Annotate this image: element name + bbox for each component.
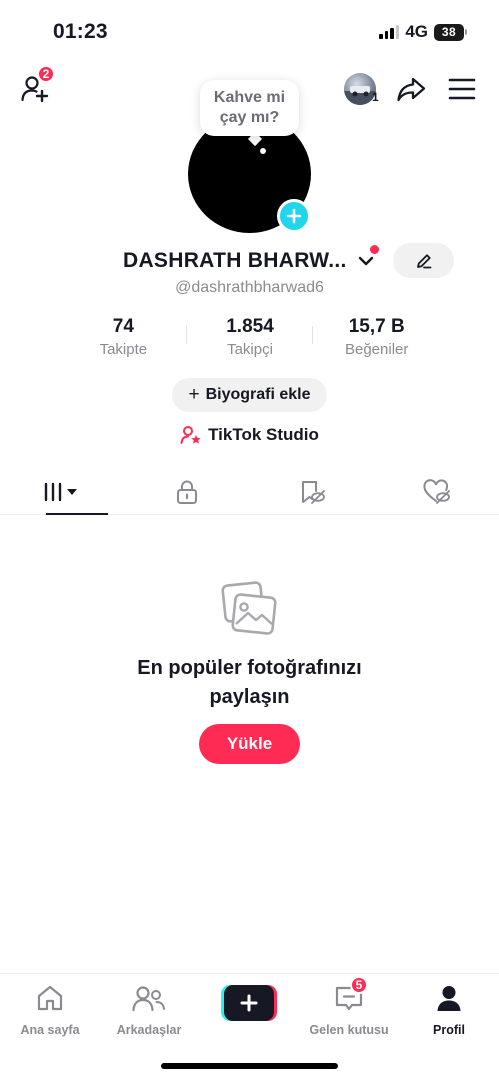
home-icon — [37, 985, 63, 1011]
battery-level: 38 — [441, 25, 457, 39]
account-count: 1 — [372, 90, 379, 104]
tiktok-studio-link[interactable]: TikTok Studio — [0, 425, 499, 445]
nav-profile[interactable]: Profil — [404, 982, 494, 1037]
empty-state-title: En popüler fotoğrafınızı paylaşın — [137, 657, 362, 708]
nav-inbox[interactable]: 5 Gelen kutusu — [304, 976, 394, 1037]
share-profile-button[interactable] — [396, 74, 426, 104]
friend-requests-badge: 2 — [37, 65, 55, 83]
content-tabs — [0, 470, 499, 515]
stat-label: Takipçi — [227, 341, 273, 358]
nav-label: Ana sayfa — [20, 1023, 80, 1037]
battery-icon: 38 — [434, 23, 464, 41]
note-text: Kahve mi çay mı? — [213, 89, 286, 126]
stat-likes[interactable]: 15,7 B Beğeniler — [313, 316, 440, 358]
add-bio-label: Biyografi ekle — [205, 386, 311, 403]
note-bubble[interactable]: Kahve mi çay mı? — [200, 80, 299, 136]
pencil-icon — [416, 253, 431, 268]
tab-private[interactable] — [125, 470, 250, 514]
stat-label: Takipte — [99, 341, 148, 358]
stat-following[interactable]: 74 Takipte — [60, 316, 187, 358]
plus-icon — [286, 208, 302, 224]
nav-label: Arkadaşlar — [116, 1023, 182, 1037]
account-switch-chevron[interactable] — [357, 252, 375, 270]
create-plus-icon — [240, 994, 258, 1012]
share-icon — [397, 77, 426, 102]
signal-icon — [379, 25, 400, 39]
nav-label: Gelen kutusu — [309, 1023, 389, 1037]
add-story-button[interactable] — [277, 199, 311, 233]
menu-icon — [448, 78, 476, 100]
notification-dot — [370, 245, 379, 254]
stat-value: 1.854 — [226, 316, 274, 337]
lock-icon — [177, 480, 198, 504]
stat-value: 15,7 B — [348, 316, 405, 337]
active-tab-indicator — [46, 513, 108, 515]
chevron-down-icon — [358, 256, 374, 266]
display-name: DASHRATH BHARW... — [123, 249, 347, 272]
studio-label: TikTok Studio — [208, 425, 319, 444]
profile-stats: 74 Takipte 1.854 Takipçi 15,7 B Beğenile… — [60, 316, 440, 358]
grid-filter-icon — [45, 482, 78, 502]
profile-icon — [437, 986, 461, 1011]
photo-icon — [220, 580, 278, 636]
plus-icon: + — [188, 384, 200, 405]
status-indicators: 4G 38 — [379, 22, 467, 42]
heart-hidden-icon — [423, 479, 450, 504]
friends-icon — [132, 986, 165, 1012]
upload-button[interactable]: Yükle — [199, 724, 300, 764]
create-button[interactable] — [221, 985, 277, 1021]
username: @dashrathbharwad6 — [175, 279, 324, 296]
stat-label: Beğeniler — [344, 341, 409, 358]
stat-value: 74 — [112, 316, 134, 337]
tab-grid[interactable] — [0, 470, 125, 515]
status-time: 01:23 — [53, 20, 108, 43]
tab-saved[interactable] — [250, 470, 375, 514]
inbox-badge: 5 — [350, 976, 368, 994]
edit-profile-button[interactable] — [393, 243, 454, 278]
stat-followers[interactable]: 1.854 Takipçi — [187, 316, 314, 358]
add-bio-button[interactable]: + Biyografi ekle — [172, 378, 327, 412]
add-friend-button[interactable]: 2 — [20, 65, 55, 104]
nav-label: Profil — [433, 1023, 465, 1037]
studio-person-icon — [180, 426, 201, 444]
tab-liked[interactable] — [374, 470, 499, 514]
bookmark-hidden-icon — [301, 481, 325, 504]
bubble-dot — [260, 148, 266, 154]
nav-home[interactable]: Ana sayfa — [5, 982, 95, 1037]
menu-button[interactable] — [448, 76, 476, 102]
network-type: 4G — [405, 22, 428, 41]
nav-friends[interactable]: Arkadaşlar — [104, 982, 194, 1037]
home-indicator — [161, 1063, 338, 1069]
